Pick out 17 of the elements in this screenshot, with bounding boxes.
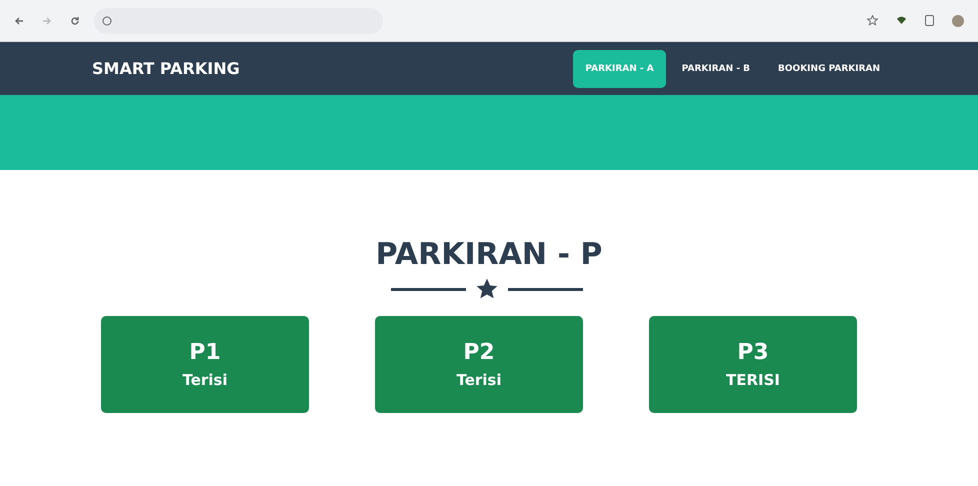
back-icon[interactable] — [14, 16, 24, 26]
extension-icon[interactable] — [896, 16, 907, 25]
nav-link[interactable]: PARKIRAN - B — [670, 50, 762, 88]
star-icon — [476, 278, 498, 300]
slot-status: TERISI — [726, 371, 780, 389]
avatar-icon[interactable] — [952, 14, 964, 26]
section-title: PARKIRAN - P — [376, 238, 602, 272]
nav-link[interactable]: BOOKING PARKIRAN — [766, 50, 892, 88]
slot-status: Terisi — [456, 371, 502, 389]
reload-icon[interactable] — [70, 16, 80, 26]
slot-name: P3 — [737, 340, 769, 365]
slot-name: P1 — [189, 340, 221, 365]
star-icon[interactable] — [867, 15, 878, 26]
slot-status: Terisi — [182, 371, 228, 389]
slot-name: P2 — [463, 340, 495, 365]
page-icon[interactable] — [925, 15, 934, 26]
site-logo[interactable]: SMART PARKING — [92, 59, 574, 78]
